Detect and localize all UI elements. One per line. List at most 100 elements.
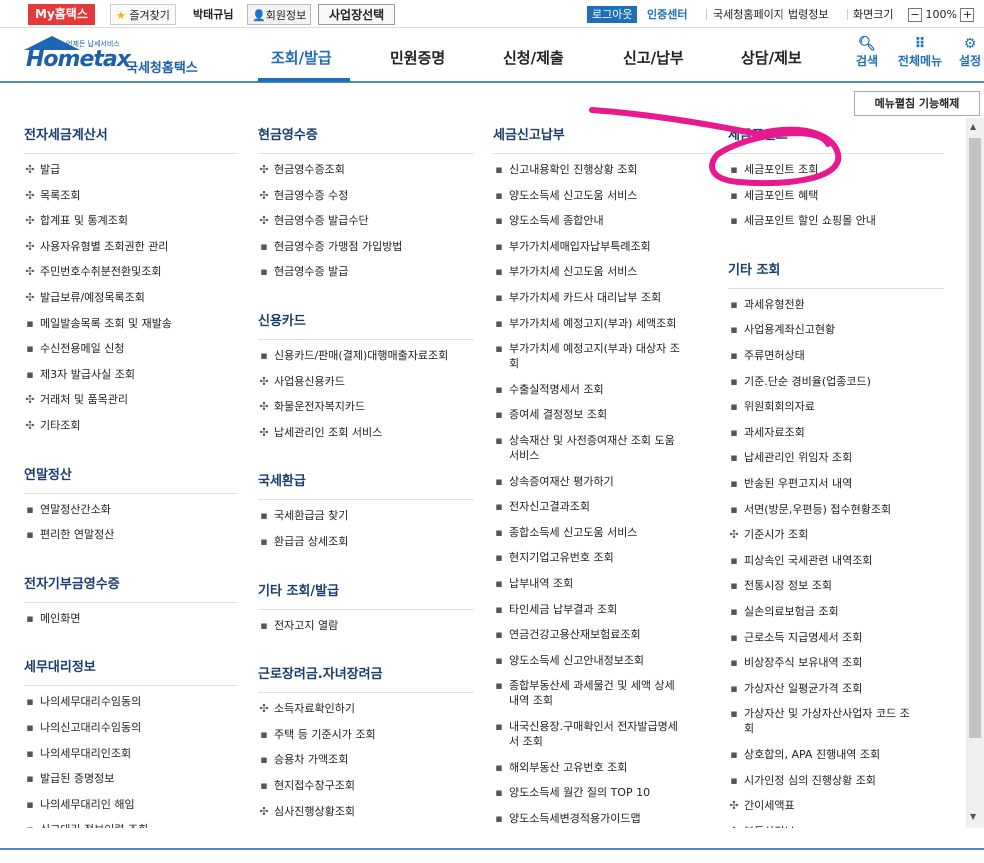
menu-item[interactable]: ▪ 수출실적명세서 조회 xyxy=(489,382,715,397)
menu-item[interactable]: ✣ 기타조회 xyxy=(20,418,240,433)
menu-item[interactable]: ▪ 현금영수증 가맹점 가입방법 xyxy=(254,239,476,254)
menu-item[interactable]: ▪ 납세관리인 위임자 조회 xyxy=(724,450,946,465)
search-tool[interactable]: 🔍︎ 검색 xyxy=(852,36,882,69)
law-info-link[interactable]: 법령정보 xyxy=(788,4,828,25)
menu-item[interactable]: ▪ 수신전용메일 신청 xyxy=(20,341,240,356)
menu-item[interactable]: ▪ 가상자산 일평균가격 조회 xyxy=(724,681,946,696)
menu-item[interactable]: ▪ 피상속인 국세관련 내역조회 xyxy=(724,553,946,568)
menu-item[interactable]: ▪ 사업용계좌신고현황 xyxy=(724,322,946,337)
menu-item[interactable]: ▪ 부가가치세매입자납부특례조회 xyxy=(489,239,715,254)
menu-item[interactable]: ▪ 과세유형전환 xyxy=(724,297,946,312)
menu-item[interactable]: ▪ 가상자산 및 가상자산사업자 코드 조 회 xyxy=(724,706,946,736)
menu-item[interactable]: ▪ 신용카드/판매(결제)대행매출자료조회 xyxy=(254,348,476,363)
menu-item[interactable]: ▪ 현지접수창구조회 xyxy=(254,778,476,793)
menu-item[interactable]: ▪ 서면(방문,우편등) 접수현황조회 xyxy=(724,502,946,517)
nav-inquiry-issue[interactable]: 조회/발급 xyxy=(271,47,332,68)
menu-item[interactable]: ▪ 부가가치세 카드사 대리납부 조회 xyxy=(489,290,715,305)
menu-item[interactable]: ▪ 부가가치세 신고도움 서비스 xyxy=(489,264,715,279)
menu-item[interactable]: ✣ 화물운전자복지카드 xyxy=(254,399,476,414)
menu-expand-disable-button[interactable]: 메뉴펼침 기능해제 xyxy=(854,91,980,116)
menu-item[interactable]: ▪ 납부내역 조회 xyxy=(489,576,715,591)
menu-item[interactable]: ▪ 나의세무대리인 해임 xyxy=(20,797,240,812)
menu-item[interactable]: ▪ 양도소득세변경적용가이드맵 xyxy=(489,811,715,826)
menu-item[interactable]: ▪ 국세환급금 찾기 xyxy=(254,508,476,523)
menu-item[interactable]: ✣ 거래처 및 품목관리 xyxy=(20,392,240,407)
hometax-logo[interactable]: 언제든 납세서비스 Hometax 국세청홈택스 xyxy=(22,34,212,78)
menu-item[interactable]: ▪ 종합부동산세 과세물건 및 세액 상세 내역 조회 xyxy=(489,678,715,708)
menu-item[interactable]: ▪ 해외부동산 고유번호 조회 xyxy=(489,760,715,775)
my-hometax-button[interactable]: My홈택스 xyxy=(28,4,95,25)
menu-item[interactable]: ✣ 발급보류/예정목록조회 xyxy=(20,290,240,305)
scroll-down-icon[interactable]: ▼ xyxy=(970,812,976,821)
scrollbar[interactable]: ▲ ▼ xyxy=(966,118,984,828)
menu-item[interactable]: ✣ 현금영수증 수정 xyxy=(254,188,476,203)
menu-item[interactable]: ✣ 간이세액표 xyxy=(724,798,946,813)
menu-item[interactable]: ▪ 위원회회의자료 xyxy=(724,399,946,414)
menu-item[interactable]: ▪ 세금포인트 혜택 xyxy=(724,188,946,203)
menu-item[interactable]: ▪ 전통시장 정보 조회 xyxy=(724,578,946,593)
menu-item[interactable]: ✣ 목록조회 xyxy=(20,188,240,203)
menu-item[interactable]: ▪ 양도소득세 종합안내 xyxy=(489,213,715,228)
menu-item[interactable]: ▪ 반송된 우편고지서 내역 xyxy=(724,476,946,491)
menu-item[interactable]: ▪ 주택 등 기준시가 조회 xyxy=(254,727,476,742)
menu-item[interactable]: ▪ 현지기업고유번호 조회 xyxy=(489,550,715,565)
scrollbar-thumb[interactable] xyxy=(969,138,981,738)
menu-item[interactable]: ▪ 승용차 가액조회 xyxy=(254,752,476,767)
menu-item[interactable]: ▪ 종합소득세 신고도움 서비스 xyxy=(489,525,715,540)
menu-item[interactable]: ▪ 발급된 증명정보 xyxy=(20,771,240,786)
nav-report-pay[interactable]: 신고/납부 xyxy=(623,47,684,68)
menu-item[interactable]: ▪ 양도소득세 신고도움 서비스 xyxy=(489,188,715,203)
menu-item[interactable]: ▪ 제3자 발급사실 조회 xyxy=(20,367,240,382)
menu-item[interactable]: ▪ 세금포인트 할인 쇼핑몰 안내 xyxy=(724,213,946,228)
menu-item[interactable]: ▪ 신고내용확인 진행상황 조회 xyxy=(489,162,715,177)
menu-item[interactable]: ✣ 주민번호수취분전환및조회 xyxy=(20,264,240,279)
member-info-button[interactable]: 👤회원정보 xyxy=(247,4,312,25)
menu-item[interactable]: ▪ 나의세무대리인조회 xyxy=(20,746,240,761)
menu-item[interactable]: ▪ 세금포인트 조회 xyxy=(724,162,946,177)
menu-item[interactable]: ▪ 부가가치세 예정고지(부과) 세액조회 xyxy=(489,316,715,331)
menu-item[interactable]: ▪ 양도소득세 신고안내정보조회 xyxy=(489,653,715,668)
menu-item[interactable]: ▪ 나의신고대리수임동의 xyxy=(20,720,240,735)
nts-homepage-link[interactable]: 국세청홈페이지 xyxy=(713,4,784,25)
menu-item[interactable]: ▪ 나의세무대리수임동의 xyxy=(20,694,240,709)
menu-item[interactable]: ✣ 합계표 및 통계조회 xyxy=(20,213,240,228)
business-select-button[interactable]: 사업장선택 xyxy=(318,4,396,25)
menu-item[interactable]: ▪ 환급금 상세조회 xyxy=(254,534,476,549)
menu-item[interactable]: ▪ 상속증여재산 평가하기 xyxy=(489,474,715,489)
menu-item[interactable]: ✣ 납세관리인 조회 서비스 xyxy=(254,425,476,440)
nav-civil-cert[interactable]: 민원증명 xyxy=(390,47,445,68)
scroll-up-icon[interactable]: ▲ xyxy=(970,122,976,131)
menu-item[interactable]: ▪ 부가가치세 예정고지(부과) 대상자 조 회 xyxy=(489,341,715,371)
nav-apply-submit[interactable]: 신청/제출 xyxy=(503,47,564,68)
menu-item[interactable]: ▪ 전자고지 열람 xyxy=(254,618,476,633)
nav-consult-report[interactable]: 상담/제보 xyxy=(741,47,802,68)
menu-item[interactable]: ✣ 발급 xyxy=(20,162,240,177)
menu-item[interactable]: ✣ 기준시가 조회 xyxy=(724,527,946,542)
menu-item[interactable]: ▪ 기준.단순 경비율(업종코드) xyxy=(724,374,946,389)
menu-item[interactable]: ▪ 전자신고결과조회 xyxy=(489,499,715,514)
menu-item[interactable]: ▪ 연금건강고용산재보험료조회 xyxy=(489,627,715,642)
menu-item[interactable]: ▪ 양도소득세 월간 질의 TOP 10 xyxy=(489,785,715,800)
menu-item[interactable]: ▪ 메일발송목록 조회 및 재발송 xyxy=(20,316,240,331)
menu-item[interactable]: ✣ 현금영수증 발급수단 xyxy=(254,213,476,228)
menu-item[interactable]: ▪ 근로소득 지급명세서 조회 xyxy=(724,630,946,645)
cert-center-link[interactable]: 인증센터 xyxy=(647,4,687,25)
menu-item[interactable]: ✣ 사용자유형별 조회권한 관리 xyxy=(20,239,240,254)
menu-item[interactable]: ▪ 증여세 결정정보 조회 xyxy=(489,407,715,422)
menu-item[interactable]: ▪ 메인화면 xyxy=(20,611,240,626)
menu-item[interactable]: ✣ 심사진행상황조회 xyxy=(254,804,476,819)
menu-item[interactable]: ▪ 신고대리 정보이력 조회 xyxy=(20,822,240,828)
menu-item[interactable]: ▪ 내국신용장.구매확인서 전자발급명세 서 조회 xyxy=(489,719,715,749)
menu-item[interactable]: ▪ 연말정산간소화 xyxy=(20,502,240,517)
menu-item[interactable]: ✣ 사업용신용카드 xyxy=(254,374,476,389)
menu-item[interactable]: ▪ 상속재산 및 사전증여재산 조회 도움 서비스 xyxy=(489,433,715,463)
menu-item[interactable]: ▪ 상호합의, APA 진행내역 조회 xyxy=(724,747,946,762)
menu-item[interactable]: ▪ 편리한 연말정산 xyxy=(20,527,240,542)
zoom-in-button[interactable]: + xyxy=(960,8,975,22)
menu-item[interactable]: ▪ 과세자료조회 xyxy=(724,425,946,440)
logout-button[interactable]: 로그아웃 xyxy=(587,6,638,23)
settings-tool[interactable]: ⚙ 설정 xyxy=(955,36,984,69)
menu-item[interactable]: ▪ 현금영수증 발급 xyxy=(254,264,476,279)
menu-item[interactable]: ▪ 실손의료보험금 조회 xyxy=(724,604,946,619)
menu-item[interactable]: ✣ 소득자료확인하기 xyxy=(254,701,476,716)
